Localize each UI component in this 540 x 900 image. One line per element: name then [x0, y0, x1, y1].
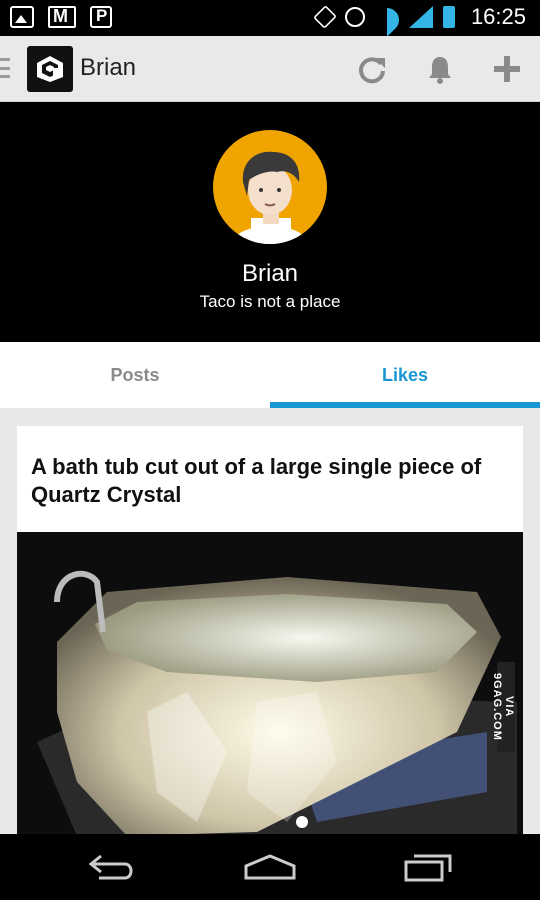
- clock: 16:25: [470, 4, 526, 29]
- watermark: VIA 9GAG.COM: [491, 662, 515, 752]
- drawer-indicator-icon[interactable]: [0, 58, 10, 78]
- post-image[interactable]: VIA 9GAG.COM: [17, 532, 523, 836]
- home-icon[interactable]: [240, 844, 300, 890]
- profile-header: Brian Taco is not a place: [0, 102, 540, 342]
- bell-icon[interactable]: [422, 51, 458, 87]
- battery-icon: [442, 6, 455, 28]
- navigation-bar: [0, 834, 540, 900]
- notification-icons: [10, 6, 112, 28]
- gmail-icon: [48, 6, 76, 28]
- wifi-icon: [375, 6, 399, 28]
- pocket-icon: [90, 6, 112, 28]
- page-title: Brian: [80, 54, 137, 81]
- post-title[interactable]: A bath tub cut out of a large single pie…: [17, 426, 523, 531]
- plus-icon[interactable]: [489, 51, 525, 87]
- signal-icon: [408, 6, 433, 28]
- recent-apps-icon[interactable]: [398, 844, 458, 890]
- 9gag-logo[interactable]: [27, 46, 73, 92]
- app-bar: Brian: [0, 36, 540, 102]
- system-icons: 16:25: [313, 4, 526, 30]
- profile-tabs: Posts Likes: [0, 342, 540, 408]
- back-icon[interactable]: [82, 844, 142, 890]
- profile-bio: Taco is not a place: [199, 292, 341, 311]
- tab-likes[interactable]: Likes: [270, 342, 540, 408]
- gallery-icon: [10, 6, 34, 28]
- profile-name: Brian: [241, 260, 299, 287]
- refresh-icon[interactable]: [354, 51, 390, 87]
- rotation-lock-icon: [313, 5, 337, 29]
- tab-posts[interactable]: Posts: [0, 342, 270, 408]
- avatar[interactable]: [213, 130, 327, 244]
- status-bar: 16:25: [0, 0, 540, 36]
- post-card[interactable]: A bath tub cut out of a large single pie…: [17, 426, 523, 836]
- alarm-icon: [344, 7, 365, 27]
